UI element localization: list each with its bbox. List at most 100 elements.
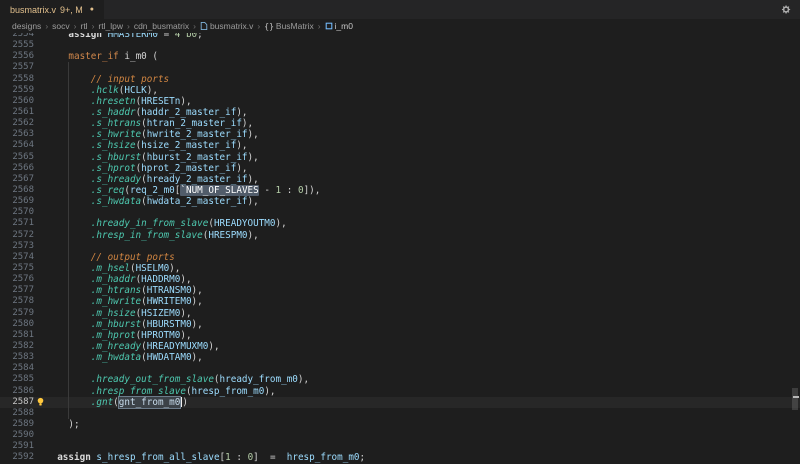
line-number[interactable]: 2579: [0, 308, 34, 319]
line-number[interactable]: 2565: [0, 152, 34, 163]
code-line-2587[interactable]: 2587 .gnt(gnt_from_m0): [0, 397, 800, 408]
breadcrumb-item-rtl[interactable]: rtl: [80, 21, 87, 31]
code-line-2573[interactable]: 2573: [0, 241, 800, 252]
code-line-2578[interactable]: 2578 .m_hwrite(HWRITEM0),: [0, 296, 800, 307]
line-number[interactable]: 2573: [0, 241, 34, 252]
breadcrumb-item-i_m0[interactable]: i_m0: [325, 21, 353, 31]
code-line-2584[interactable]: 2584: [0, 363, 800, 374]
code-line-2559[interactable]: 2559 .hclk(HCLK),: [0, 85, 800, 96]
line-number[interactable]: 2572: [0, 230, 34, 241]
code-line-2590[interactable]: 2590: [0, 430, 800, 441]
code-line-2567[interactable]: 2567 .s_hready(hready_2_master_if),: [0, 174, 800, 185]
code-line-2562[interactable]: 2562 .s_htrans(htran_2_master_if),: [0, 118, 800, 129]
code-line-2554[interactable]: 2554 assign HMASTERM0 = 4'b0;: [0, 33, 800, 40]
code-line-2571[interactable]: 2571 .hready_in_from_slave(HREADYOUTM0),: [0, 218, 800, 229]
line-number[interactable]: 2586: [0, 386, 34, 397]
line-number[interactable]: 2576: [0, 274, 34, 285]
line-number[interactable]: 2566: [0, 163, 34, 174]
code-line-2570[interactable]: 2570: [0, 207, 800, 218]
line-number[interactable]: 2569: [0, 196, 34, 207]
tab-busmatrix[interactable]: busmatrix.v 9+, M ●: [0, 0, 104, 19]
code-editor[interactable]: 2554 assign HMASTERM0 = 4'b0;25552556 ma…: [0, 33, 800, 464]
code-line-2572[interactable]: 2572 .hresp_in_from_slave(HRESPM0),: [0, 230, 800, 241]
code-line-2557[interactable]: 2557: [0, 62, 800, 73]
breadcrumb-label: rtl: [80, 21, 87, 31]
tab-dirty-indicator[interactable]: ●: [90, 6, 94, 13]
code-line-2589[interactable]: 2589 );: [0, 419, 800, 430]
scrollbar-thumb[interactable]: [792, 388, 798, 410]
line-number[interactable]: 2577: [0, 285, 34, 296]
line-number[interactable]: 2560: [0, 96, 34, 107]
vertical-scrollbar[interactable]: [790, 33, 800, 464]
code-line-2561[interactable]: 2561 .s_haddr(haddr_2_master_if),: [0, 107, 800, 118]
line-number[interactable]: 2559: [0, 85, 34, 96]
code-line-2585[interactable]: 2585 .hready_out_from_slave(hready_from_…: [0, 374, 800, 385]
line-number[interactable]: 2558: [0, 74, 34, 85]
breadcrumb-label: rtl_lpw: [98, 21, 123, 31]
code-line-2591[interactable]: 2591: [0, 441, 800, 452]
breadcrumb-separator-icon: ›: [256, 21, 261, 31]
code-line-2576[interactable]: 2576 .m_haddr(HADDRM0),: [0, 274, 800, 285]
line-number[interactable]: 2568: [0, 185, 34, 196]
code-token: ]),: [304, 185, 321, 196]
line-number[interactable]: 2571: [0, 218, 34, 229]
line-number[interactable]: 2581: [0, 330, 34, 341]
code-line-2586[interactable]: 2586 .hresp_from_slave(hresp_from_m0),: [0, 386, 800, 397]
line-number[interactable]: 2585: [0, 374, 34, 385]
breadcrumb-item-socv[interactable]: socv: [52, 21, 69, 31]
code-line-2580[interactable]: 2580 .m_hburst(HBURSTM0),: [0, 319, 800, 330]
code-line-2588[interactable]: 2588: [0, 408, 800, 419]
line-number[interactable]: 2580: [0, 319, 34, 330]
code-line-2575[interactable]: 2575 .m_hsel(HSELM0),: [0, 263, 800, 274]
code-line-2564[interactable]: 2564 .s_hsize(hsize_2_master_if),: [0, 140, 800, 151]
line-number[interactable]: 2563: [0, 129, 34, 140]
code-line-2583[interactable]: 2583 .m_hwdata(HWDATAM0),: [0, 352, 800, 363]
line-number[interactable]: 2591: [0, 441, 34, 452]
line-number[interactable]: 2561: [0, 107, 34, 118]
code-line-2555[interactable]: 2555: [0, 40, 800, 51]
line-number[interactable]: 2578: [0, 296, 34, 307]
line-number[interactable]: 2557: [0, 62, 34, 73]
line-number[interactable]: 2589: [0, 419, 34, 430]
line-number[interactable]: 2583: [0, 352, 34, 363]
code-line-2560[interactable]: 2560 .hresetn(HRESETn),: [0, 96, 800, 107]
line-number[interactable]: 2584: [0, 363, 34, 374]
code-line-2582[interactable]: 2582 .m_hready(HREADYMUXM0),: [0, 341, 800, 352]
code-line-2563[interactable]: 2563 .s_hwrite(hwrite_2_master_if),: [0, 129, 800, 140]
breadcrumb-separator-icon: ›: [192, 21, 197, 31]
code-content: .s_hsize(hsize_2_master_if),: [34, 140, 800, 151]
code-line-2566[interactable]: 2566 .s_hprot(hprot_2_master_if),: [0, 163, 800, 174]
line-number[interactable]: 2592: [0, 452, 34, 463]
line-number[interactable]: 2562: [0, 118, 34, 129]
code-line-2577[interactable]: 2577 .m_htrans(HTRANSM0),: [0, 285, 800, 296]
line-number[interactable]: 2564: [0, 140, 34, 151]
line-number[interactable]: 2582: [0, 341, 34, 352]
settings-gear-icon[interactable]: [777, 2, 793, 18]
breadcrumb-item-cdn_busmatrix[interactable]: cdn_busmatrix: [134, 21, 189, 31]
line-number[interactable]: 2567: [0, 174, 34, 185]
line-number[interactable]: 2575: [0, 263, 34, 274]
code-line-2569[interactable]: 2569 .s_hwdata(hwdata_2_master_if),: [0, 196, 800, 207]
line-number[interactable]: 2574: [0, 252, 34, 263]
code-line-2592[interactable]: 2592 assign s_hresp_from_all_slave[1 : 0…: [0, 452, 800, 463]
code-line-2565[interactable]: 2565 .s_hburst(hburst_2_master_if),: [0, 152, 800, 163]
code-line-2558[interactable]: 2558 // input ports: [0, 74, 800, 85]
code-line-2574[interactable]: 2574 // output ports: [0, 252, 800, 263]
code-line-2556[interactable]: 2556 master_if i_m0 (: [0, 51, 800, 62]
line-number[interactable]: 2556: [0, 51, 34, 62]
indent-guide: [68, 386, 69, 397]
lightbulb-icon[interactable]: [36, 397, 45, 407]
code-line-2581[interactable]: 2581 .m_hprot(HPROTM0),: [0, 330, 800, 341]
breadcrumb-item-BusMatrix[interactable]: {}BusMatrix: [264, 21, 313, 31]
line-number[interactable]: 2590: [0, 430, 34, 441]
breadcrumb-item-designs[interactable]: designs: [12, 21, 41, 31]
breadcrumb-item-rtl_lpw[interactable]: rtl_lpw: [98, 21, 123, 31]
breadcrumb-item-busmatrix.v[interactable]: busmatrix.v: [200, 21, 253, 31]
line-number[interactable]: 2555: [0, 40, 34, 51]
line-number[interactable]: 2587: [0, 397, 34, 408]
line-number[interactable]: 2570: [0, 207, 34, 218]
line-number[interactable]: 2554: [0, 33, 34, 40]
line-number[interactable]: 2588: [0, 408, 34, 419]
code-line-2568[interactable]: 2568 .s_req(req_2_m0[`NUM_OF_SLAVES - 1 …: [0, 185, 800, 196]
code-line-2579[interactable]: 2579 .m_hsize(HSIZEM0),: [0, 308, 800, 319]
